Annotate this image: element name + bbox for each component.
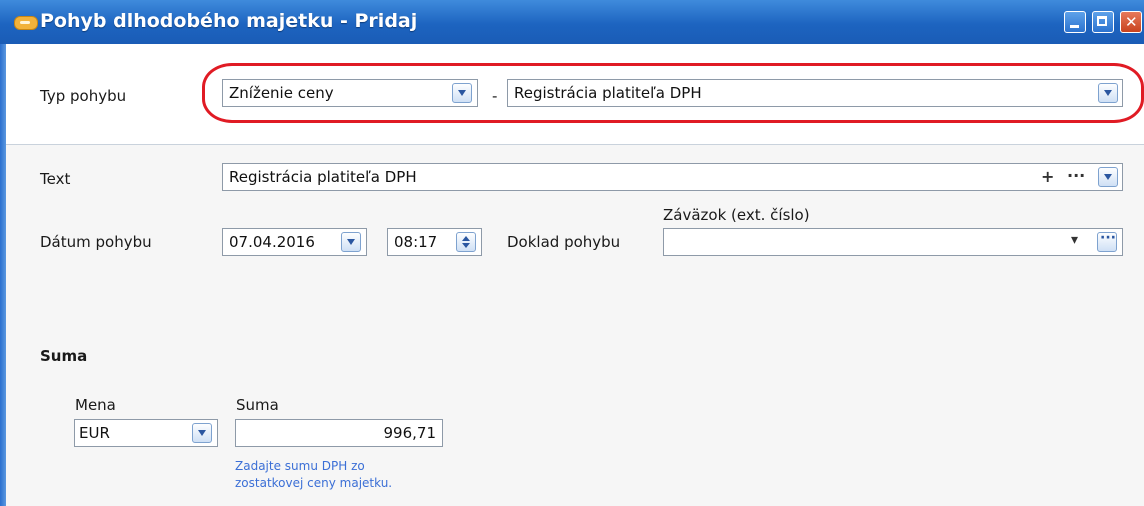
add-icon[interactable]: + <box>1041 167 1054 186</box>
amount-input[interactable]: 996,71 <box>235 419 443 447</box>
dialog-window: Pohyb dlhodobého majetku - Pridaj Typ po… <box>0 0 1144 506</box>
text-label: Text <box>40 170 71 188</box>
app-icon <box>14 16 38 30</box>
text-dropdown-button[interactable] <box>1098 167 1118 187</box>
time-value: 08:17 <box>394 233 438 251</box>
currency-value: EUR <box>79 424 110 442</box>
amount-section-title: Suma <box>40 347 88 365</box>
amount-hint: Zadajte sumu DPH zo zostatkovej ceny maj… <box>235 458 392 492</box>
document-label: Doklad pohybu <box>507 233 621 251</box>
title-bar[interactable]: Pohyb dlhodobého majetku - Pridaj <box>0 0 1144 44</box>
text-value: Registrácia platiteľa DPH <box>229 168 417 186</box>
text-input[interactable]: Registrácia platiteľa DPH + ··· <box>222 163 1123 191</box>
date-dropdown-button[interactable] <box>341 232 361 252</box>
hint-line-1: Zadajte sumu DPH zo <box>235 459 365 473</box>
highlight-annotation <box>202 63 1144 123</box>
time-input[interactable]: 08:17 <box>387 228 482 256</box>
date-value: 07.04.2016 <box>229 233 315 251</box>
close-button[interactable] <box>1120 11 1142 33</box>
window-title: Pohyb dlhodobého majetku - Pridaj <box>40 10 418 32</box>
amount-label: Suma <box>236 396 279 414</box>
hint-line-2: zostatkovej ceny majetku. <box>235 476 393 490</box>
currency-label: Mena <box>75 396 116 414</box>
time-spinner-button[interactable] <box>456 232 476 252</box>
currency-dropdown-button[interactable] <box>192 423 212 443</box>
currency-select[interactable]: EUR <box>74 419 218 447</box>
chevron-down-icon[interactable]: ▾ <box>1071 232 1078 248</box>
maximize-button[interactable] <box>1092 11 1114 33</box>
document-select[interactable]: ▾ <box>663 228 1123 256</box>
date-picker[interactable]: 07.04.2016 <box>222 228 367 256</box>
minimize-button[interactable] <box>1064 11 1086 33</box>
document-browse-button[interactable] <box>1097 230 1117 252</box>
amount-value: 996,71 <box>383 424 437 442</box>
more-options-icon[interactable]: ··· <box>1067 166 1085 185</box>
document-caption: Záväzok (ext. číslo) <box>663 206 810 224</box>
date-label: Dátum pohybu <box>40 233 152 251</box>
movement-type-label: Typ pohybu <box>40 87 127 105</box>
